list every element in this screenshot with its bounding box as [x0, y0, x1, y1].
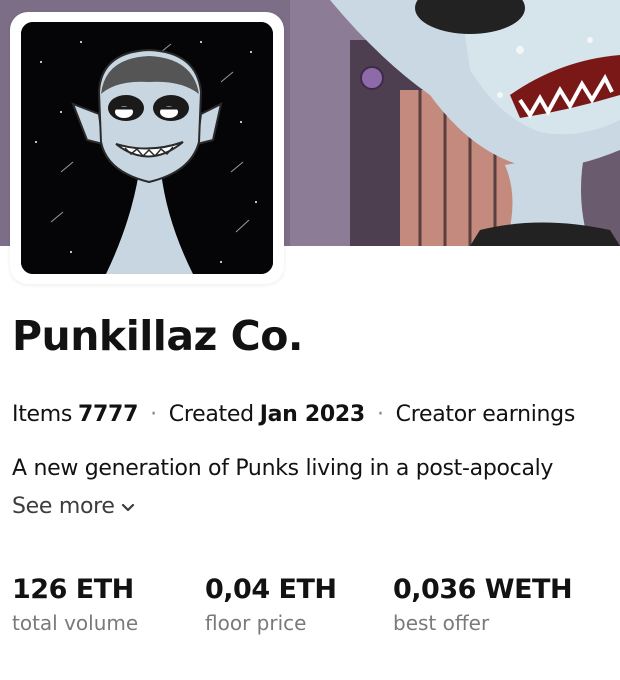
stat-total-volume: 126 ETH total volume [12, 574, 138, 635]
stat-value: 0,036 WETH [393, 574, 573, 605]
see-more-label: See more [12, 494, 115, 519]
creator-earnings-label: Creator earnings [395, 402, 576, 427]
collection-meta: Items 7777 · Created Jan 2023 · Creator … [12, 402, 575, 430]
stat-label: total volume [12, 611, 139, 635]
stat-label: best offer [393, 611, 490, 635]
stat-best-offer: 0,036 WETH best offer [393, 574, 573, 635]
collection-avatar [21, 22, 273, 274]
created-value: Jan 2023 [259, 402, 365, 427]
separator-dot: · [376, 402, 384, 427]
avatar-artwork [21, 22, 273, 274]
chevron-down-icon [121, 503, 134, 511]
collection-description: A new generation of Punks living in a po… [12, 456, 554, 481]
stat-value: 0,04 ETH [205, 574, 337, 605]
collection-title: Punkillaz Co. [12, 312, 304, 360]
separator-dot: · [150, 402, 157, 427]
stat-floor-price: 0,04 ETH floor price [205, 574, 337, 635]
items-label: Items [12, 402, 73, 427]
stat-label: floor price [205, 611, 307, 635]
see-more-button[interactable]: See more [12, 494, 135, 519]
collection-avatar-frame [10, 12, 284, 284]
items-value: 7777 [78, 402, 139, 427]
created-label: Created [168, 402, 254, 427]
stat-value: 126 ETH [12, 574, 134, 605]
